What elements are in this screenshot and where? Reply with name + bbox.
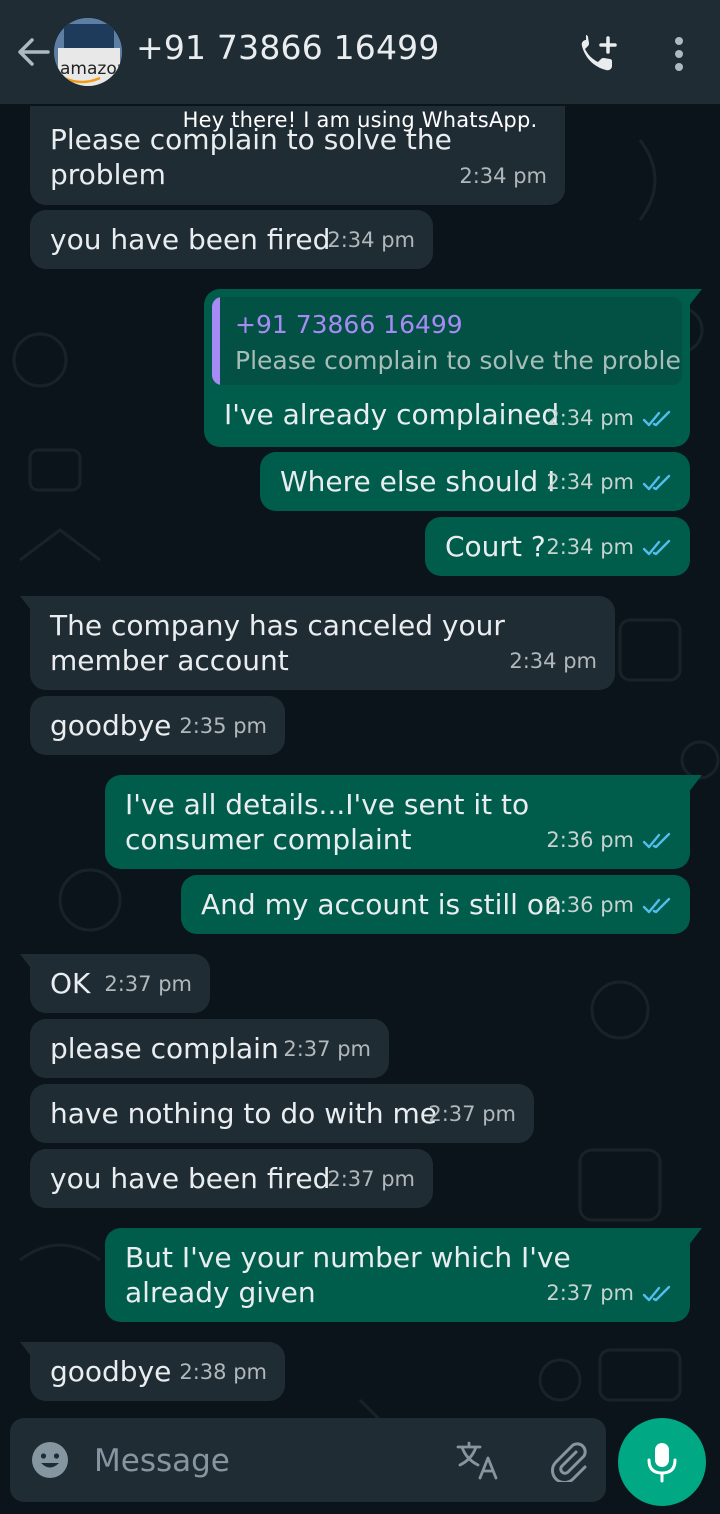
message-bubble-incoming[interactable]: have nothing to do with me 2:37 pm [30, 1084, 534, 1143]
voice-record-button[interactable] [618, 1418, 706, 1506]
message-bubble-incoming[interactable]: you have been fired 2:34 pm [30, 210, 433, 269]
message-bubble-incoming[interactable]: you have been fired 2:37 pm [30, 1149, 433, 1208]
message-time: 2:34 pm [546, 401, 672, 436]
message-bubble-incoming[interactable]: goodbye 2:38 pm [20, 1342, 285, 1401]
attach-button[interactable] [546, 1438, 590, 1484]
quoted-author: +91 73866 16499 [235, 310, 463, 339]
message-time: 2:37 pm [283, 1037, 371, 1061]
double-check-icon [642, 539, 671, 555]
message-text: I've already complained [224, 398, 560, 431]
message-bubble-outgoing[interactable]: Court ? 2:34 pm [425, 517, 690, 576]
message-bubble-outgoing[interactable]: But I've your number which I've already … [105, 1228, 702, 1322]
double-check-icon [642, 474, 671, 490]
message-bubble-outgoing[interactable]: I've all details...I've sent it to consu… [105, 775, 702, 869]
message-time: 2:36 pm [546, 888, 672, 923]
message-input[interactable] [92, 1438, 436, 1484]
add-call-button[interactable] [578, 34, 622, 74]
double-check-icon [642, 410, 671, 426]
avatar[interactable]: amazon [54, 18, 122, 86]
translate-icon [456, 1441, 498, 1480]
message-time: 2:34 pm [327, 228, 415, 252]
double-check-icon [642, 897, 671, 913]
contact-status: Hey there! I am using WhatsApp. [182, 108, 538, 132]
message-bubble-outgoing[interactable]: +91 73866 16499 Please complain to solve… [204, 289, 702, 447]
avatar-logo-text: amazon [60, 59, 122, 79]
message-time: 2:34 pm [459, 164, 547, 188]
add-call-icon [581, 35, 617, 71]
message-time: 2:35 pm [179, 714, 267, 738]
message-time: 2:34 pm [509, 649, 597, 673]
message-bubble-outgoing[interactable]: And my account is still on 2:36 pm [181, 875, 690, 934]
message-time: 2:37 pm [327, 1167, 415, 1191]
message-time: 2:36 pm [546, 823, 672, 858]
message-bubble-incoming[interactable]: OK 2:37 pm [20, 954, 210, 1013]
quoted-message[interactable]: +91 73866 16499 Please complain to solve… [212, 297, 682, 385]
message-time: 2:34 pm [546, 465, 672, 500]
paperclip-icon [551, 1442, 587, 1484]
message-bubble-incoming[interactable]: please complain 2:37 pm [30, 1019, 389, 1078]
message-time: 2:37 pm [428, 1102, 516, 1126]
message-bubble-incoming[interactable]: The company has canceled your member acc… [20, 596, 615, 690]
message-time: 2:34 pm [546, 530, 672, 565]
microphone-icon [647, 1443, 677, 1483]
message-time: 2:37 pm [104, 972, 192, 996]
message-time: 2:37 pm [546, 1276, 672, 1311]
emoji-icon [32, 1442, 68, 1478]
message-bubble-incoming[interactable]: goodbye 2:35 pm [30, 696, 285, 755]
message-composer [10, 1418, 606, 1502]
more-options-button[interactable] [668, 34, 690, 74]
quoted-text: Please complain to solve the problem [235, 346, 682, 375]
message-time: 2:38 pm [179, 1360, 267, 1384]
more-vertical-icon [675, 37, 683, 71]
arrow-left-icon [18, 38, 50, 66]
back-button[interactable] [14, 32, 54, 72]
translate-button[interactable] [456, 1440, 500, 1480]
emoji-button[interactable] [30, 1440, 70, 1480]
double-check-icon [642, 832, 671, 848]
chat-header: amazon +91 73866 16499 [0, 0, 720, 104]
message-bubble-outgoing[interactable]: Where else should I 2:34 pm [260, 452, 690, 511]
contact-name[interactable]: +91 73866 16499 [136, 28, 440, 67]
double-check-icon [642, 1285, 671, 1301]
